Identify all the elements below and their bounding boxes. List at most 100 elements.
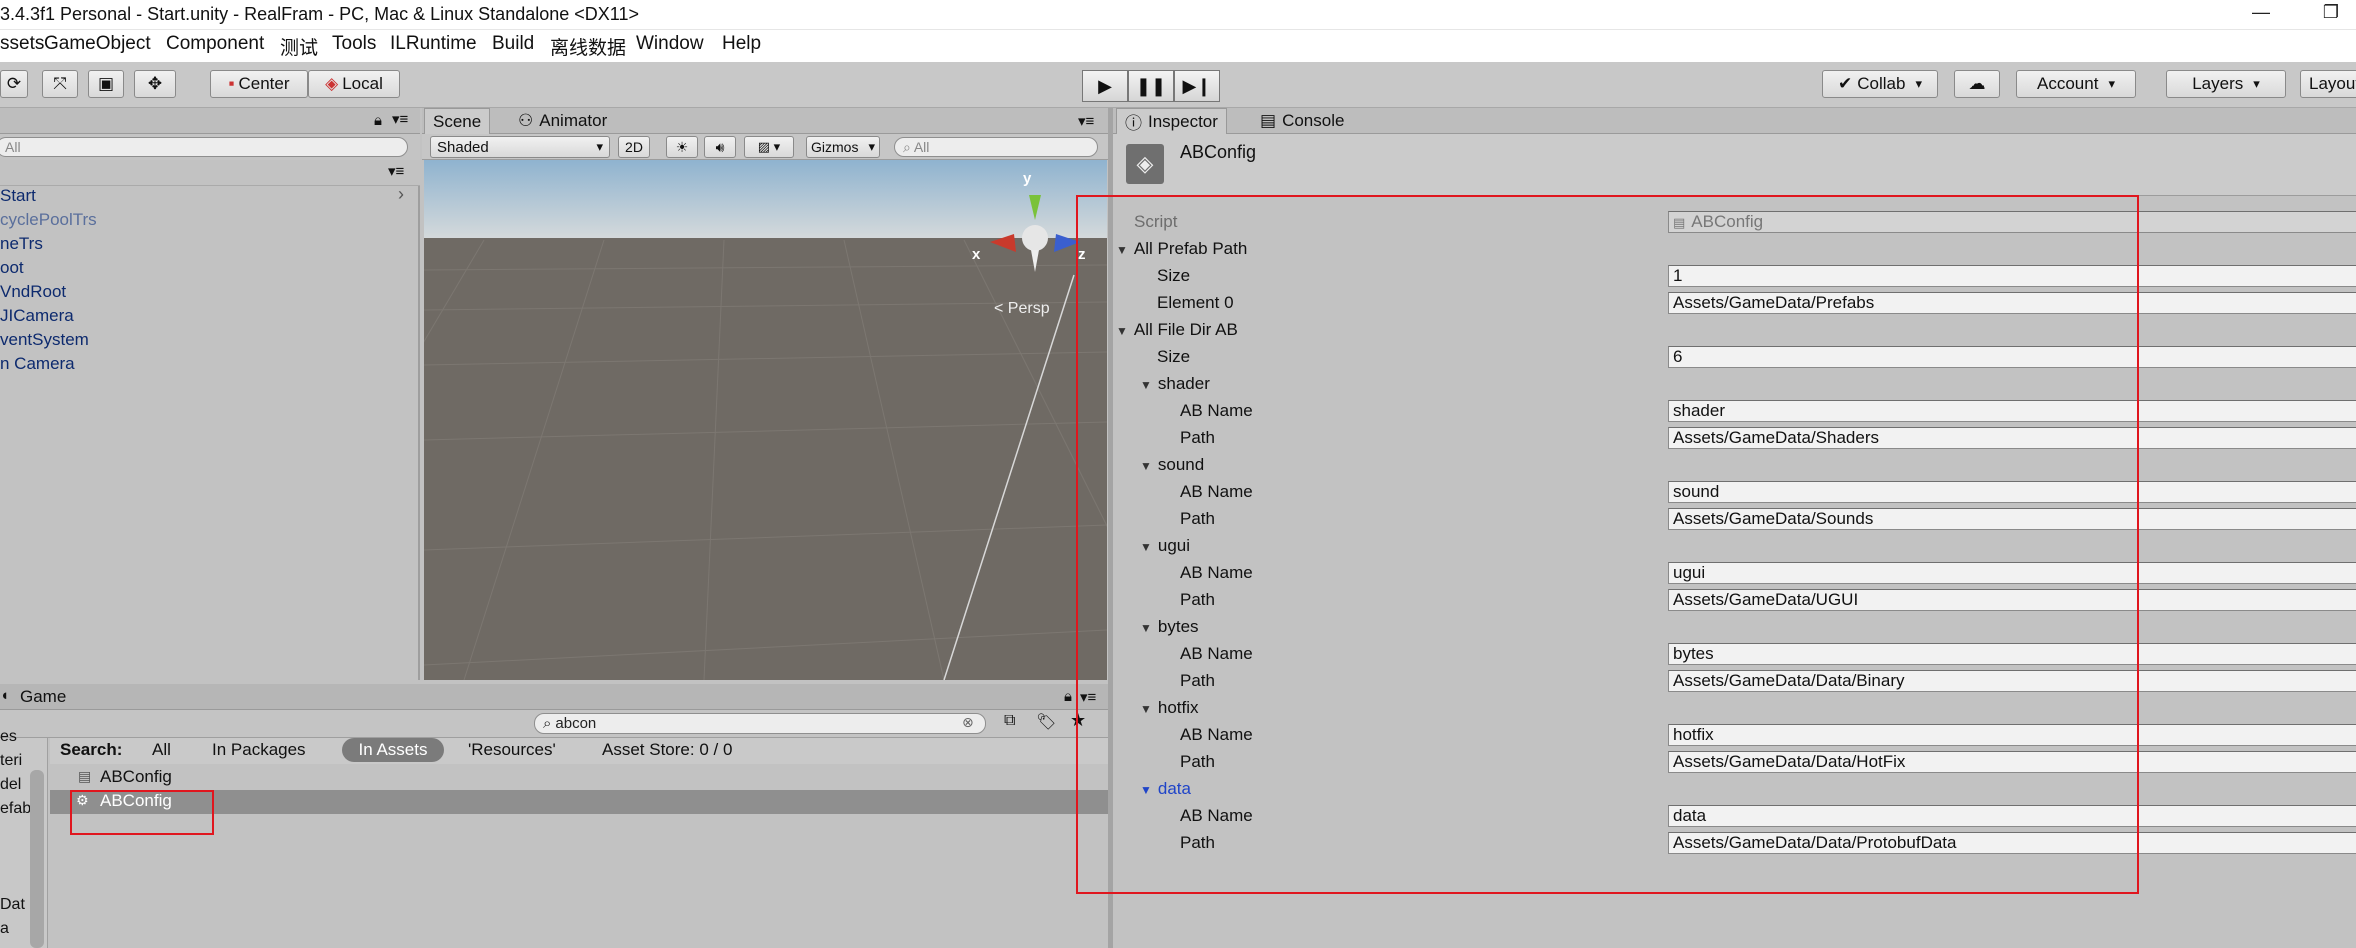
- play-icon: ▶: [1098, 75, 1112, 96]
- layers-dropdown[interactable]: Layers: [2166, 70, 2286, 98]
- menu-test[interactable]: 测试: [280, 33, 318, 60]
- tab-game[interactable]: Game: [20, 687, 66, 707]
- toggle-2d-button[interactable]: 2D: [618, 136, 650, 158]
- scene-menu-icon[interactable]: ▾≡: [1078, 112, 1094, 130]
- scene-viewport[interactable]: y x z < Persp: [424, 160, 1107, 680]
- gizmos-dropdown[interactable]: Gizmos: [806, 136, 880, 158]
- cloud-icon: ☁: [1968, 74, 1986, 93]
- menu-tools[interactable]: Tools: [332, 33, 376, 55]
- pause-button[interactable]: ❚❚: [1128, 70, 1174, 102]
- search-label: Search:: [60, 740, 123, 759]
- gizmo-axis-y: y: [1023, 170, 1032, 187]
- object-name: ABConfig: [1180, 142, 1257, 162]
- gizmo-axis-x: x: [972, 246, 981, 263]
- menu-build[interactable]: Build: [492, 33, 534, 55]
- console-icon: ▤: [1260, 111, 1277, 130]
- audio-icon[interactable]: 🔊︎: [704, 136, 736, 158]
- hierarchy-header: [0, 108, 420, 134]
- chevron-right-icon[interactable]: ›: [398, 184, 404, 205]
- hierarchy-menu-icon[interactable]: ▾≡: [388, 162, 404, 180]
- clear-search-icon[interactable]: ⊗: [962, 714, 974, 731]
- local-icon: ◈: [325, 74, 339, 93]
- lighting-icon[interactable]: ☀: [666, 136, 698, 158]
- play-button[interactable]: ▶: [1082, 70, 1128, 102]
- highlight-box-asset: [70, 790, 214, 835]
- folder-scrollbar[interactable]: [30, 770, 44, 948]
- menu-gameobject[interactable]: GameObject: [44, 33, 151, 55]
- filter-all[interactable]: All: [152, 740, 171, 760]
- inspector-object-header: [1113, 134, 2356, 196]
- transform-tool-icon[interactable]: ✥: [134, 70, 176, 98]
- result-name: ABConfig: [100, 767, 172, 786]
- project-lock-icon[interactable]: 🔒︎: [1064, 688, 1072, 705]
- game-project-tabbar: [0, 684, 1108, 710]
- info-icon: ⓘ: [1125, 114, 1142, 133]
- lock-icon[interactable]: 🔒︎: [374, 112, 382, 129]
- hierarchy-item[interactable]: cyclePoolTrs: [0, 210, 97, 230]
- menu-ilruntime[interactable]: ILRuntime: [390, 33, 477, 55]
- filter-by-label-icon[interactable]: 🏷︎: [1036, 712, 1056, 732]
- persp-label[interactable]: < Persp: [994, 300, 1050, 318]
- unity-asset-icon: ◈: [1126, 144, 1164, 184]
- menu-offline-data[interactable]: 离线数据: [550, 33, 626, 60]
- folder-item[interactable]: es: [0, 728, 17, 746]
- scale-tool-icon[interactable]: ⤧: [42, 70, 78, 98]
- folder-item[interactable]: Dat: [0, 896, 25, 914]
- shading-mode-dropdown[interactable]: Shaded: [430, 136, 610, 158]
- hierarchy-search-input[interactable]: All: [0, 137, 408, 157]
- folder-item[interactable]: teri: [0, 752, 22, 770]
- folder-item[interactable]: a: [0, 920, 9, 938]
- hierarchy-item[interactable]: neTrs: [0, 234, 43, 254]
- pivot-center-button[interactable]: ▪ Center: [210, 70, 308, 98]
- tab-animator[interactable]: ⚇ Animator: [510, 108, 615, 134]
- hierarchy-item[interactable]: oot: [0, 258, 24, 278]
- game-icon: ◖: [0, 687, 10, 704]
- scene-canvas[interactable]: [424, 160, 1107, 680]
- panel-menu-icon[interactable]: ▾≡: [392, 110, 408, 128]
- folder-item[interactable]: del: [0, 776, 21, 794]
- menu-help[interactable]: Help: [722, 33, 761, 55]
- search-icon: ⌕: [543, 715, 552, 732]
- pivot-local-button[interactable]: ◈ Local: [308, 70, 400, 98]
- rotate-tool-icon[interactable]: ⟳: [0, 70, 28, 98]
- step-button[interactable]: ▶❙: [1174, 70, 1220, 102]
- animator-icon: ⚇: [518, 111, 534, 130]
- hierarchy-item[interactable]: JICamera: [0, 306, 74, 326]
- filter-in-packages[interactable]: In Packages: [212, 740, 306, 760]
- hierarchy-item[interactable]: VndRoot: [0, 282, 66, 302]
- pause-icon: ❚❚: [1135, 75, 1167, 96]
- minimize-icon[interactable]: —: [2248, 2, 2274, 24]
- list-item[interactable]: ▤ ABConfig: [50, 766, 1108, 790]
- hierarchy-toolbar: [0, 162, 420, 186]
- effects-dropdown-icon[interactable]: ▨ ▾: [744, 136, 794, 158]
- hierarchy-scene-start[interactable]: Start: [0, 186, 36, 206]
- hierarchy-item[interactable]: n Camera: [0, 354, 75, 374]
- project-search-input[interactable]: ⌕ abcon: [534, 713, 986, 734]
- rect-tool-icon[interactable]: ▣: [88, 70, 124, 98]
- window-title: 3.4.3f1 Personal - Start.unity - RealFra…: [0, 4, 639, 24]
- filter-by-type-icon[interactable]: ⧉: [1004, 712, 1015, 730]
- menu-assets[interactable]: ssets: [0, 33, 44, 55]
- tab-scene[interactable]: Scene: [424, 108, 491, 134]
- filter-asset-store[interactable]: Asset Store: 0 / 0: [602, 740, 732, 760]
- layout-dropdown[interactable]: Layout: [2300, 70, 2356, 98]
- step-icon: ▶❙: [1182, 75, 1212, 96]
- menu-component[interactable]: Component: [166, 33, 264, 55]
- cloud-button[interactable]: ☁: [1954, 70, 2000, 98]
- hierarchy-item[interactable]: ventSystem: [0, 330, 89, 350]
- folder-item[interactable]: efab: [0, 800, 31, 818]
- account-dropdown[interactable]: Account: [2016, 70, 2136, 98]
- scene-search-input[interactable]: ⌕ All: [894, 137, 1098, 157]
- script-file-icon: ▤: [78, 768, 92, 784]
- menu-window[interactable]: Window: [636, 33, 704, 55]
- hierarchy-list: [0, 186, 420, 680]
- tab-inspector[interactable]: ⓘ Inspector: [1116, 108, 1227, 134]
- filter-in-assets[interactable]: In Assets: [342, 738, 444, 762]
- collab-dropdown[interactable]: ✔ Collab: [1822, 70, 1938, 98]
- restore-icon[interactable]: ❐: [2318, 2, 2344, 24]
- filter-resources[interactable]: 'Resources': [468, 740, 556, 760]
- check-circle-icon: ✔: [1838, 74, 1853, 93]
- search-icon: ⌕: [903, 138, 911, 155]
- tab-console[interactable]: ▤ Console: [1252, 108, 1352, 134]
- search-filter-bar: [50, 738, 1108, 764]
